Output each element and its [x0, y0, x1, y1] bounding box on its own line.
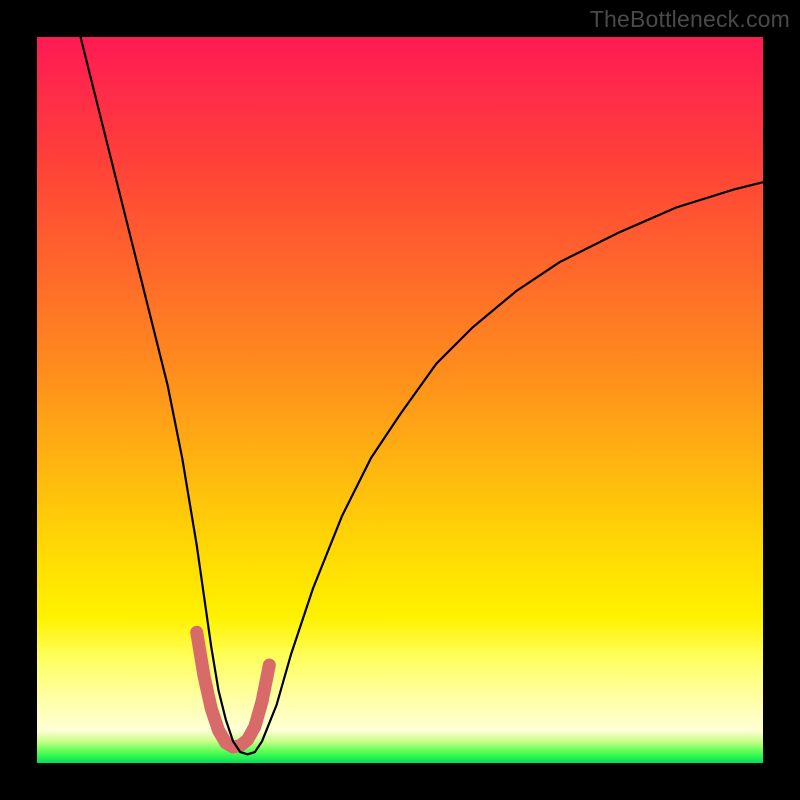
chart-frame: TheBottleneck.com: [0, 0, 800, 800]
valley-highlight: [197, 632, 270, 747]
plot-area: [37, 37, 763, 763]
curve-layer: [37, 37, 763, 763]
bottleneck-curve: [81, 37, 763, 754]
watermark-text: TheBottleneck.com: [590, 6, 790, 33]
